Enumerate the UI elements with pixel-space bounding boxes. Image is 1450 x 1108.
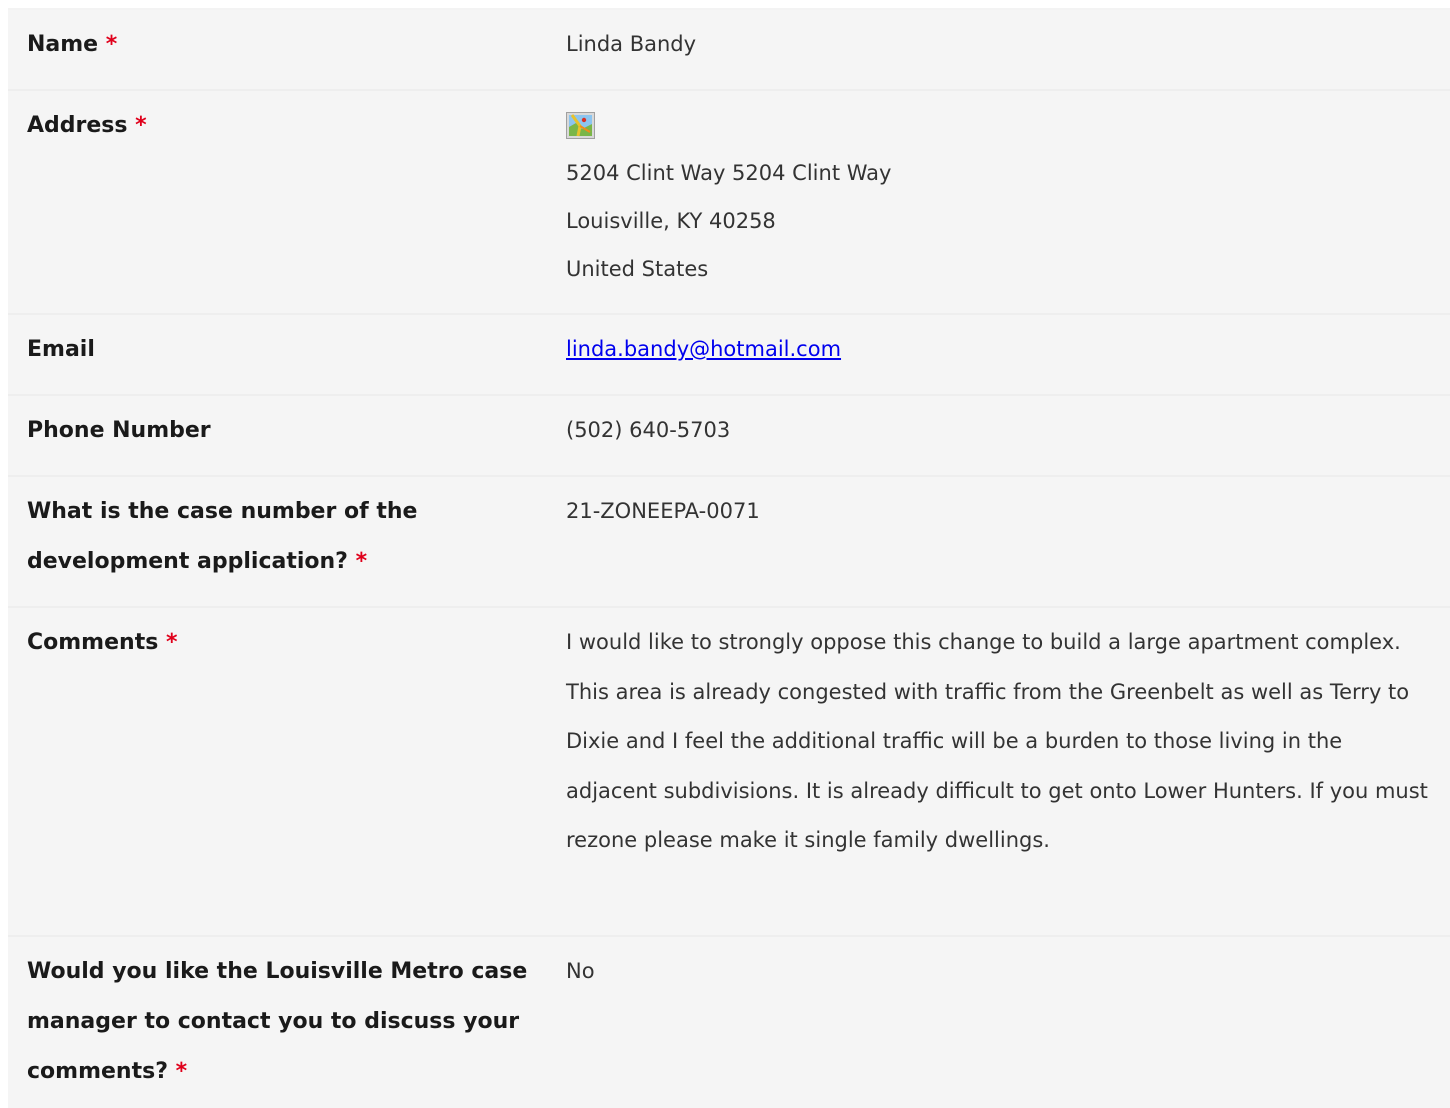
field-value-phone: (502) 640-5703 — [566, 418, 731, 442]
field-row-email: Email linda.bandy@hotmail.com — [8, 313, 1450, 394]
field-row-contact: Would you like the Louisville Metro case… — [8, 935, 1450, 1108]
field-label-contact: Would you like the Louisville Metro case… — [27, 959, 528, 1084]
field-label-email: Email — [27, 337, 95, 362]
required-mark: * — [135, 113, 147, 138]
field-value-contact: No — [566, 959, 595, 983]
field-value-address: 5204 Clint Way 5204 Clint Way Louisville… — [566, 101, 1450, 293]
field-value-comments: I would like to strongly oppose this cha… — [566, 630, 1428, 853]
address-line-1: 5204 Clint Way 5204 Clint Way — [566, 161, 892, 185]
field-value-email: linda.bandy@hotmail.com — [566, 325, 1450, 374]
field-value-case-number: 21-ZONEEPA-0071 — [566, 499, 760, 523]
required-mark: * — [105, 32, 118, 57]
field-label-address: Address * — [27, 113, 147, 138]
field-row-comments: Comments * I would like to strongly oppo… — [8, 606, 1450, 935]
field-label-name: Name * — [27, 32, 118, 57]
map-icon[interactable] — [566, 112, 595, 139]
field-row-case-number: What is the case number of the developme… — [8, 475, 1450, 606]
field-value-name: Linda Bandy — [566, 32, 697, 56]
field-label-case-number: What is the case number of the developme… — [27, 499, 418, 574]
field-row-name: Name * Linda Bandy — [8, 8, 1450, 89]
address-line-2: Louisville, KY 40258 — [566, 209, 776, 233]
required-mark: * — [165, 630, 178, 655]
field-row-address: Address * 5204 Clint Way 5204 Clint Way … — [8, 89, 1450, 313]
submission-table: Name * Linda Bandy Address * 5204 Clint … — [8, 8, 1450, 1108]
required-mark: * — [355, 549, 368, 574]
field-label-phone: Phone Number — [27, 418, 211, 443]
address-line-3: United States — [566, 257, 709, 281]
field-label-comments: Comments * — [27, 630, 178, 655]
required-mark: * — [175, 1059, 188, 1084]
field-row-phone: Phone Number (502) 640-5703 — [8, 394, 1450, 475]
email-link[interactable]: linda.bandy@hotmail.com — [566, 337, 841, 361]
